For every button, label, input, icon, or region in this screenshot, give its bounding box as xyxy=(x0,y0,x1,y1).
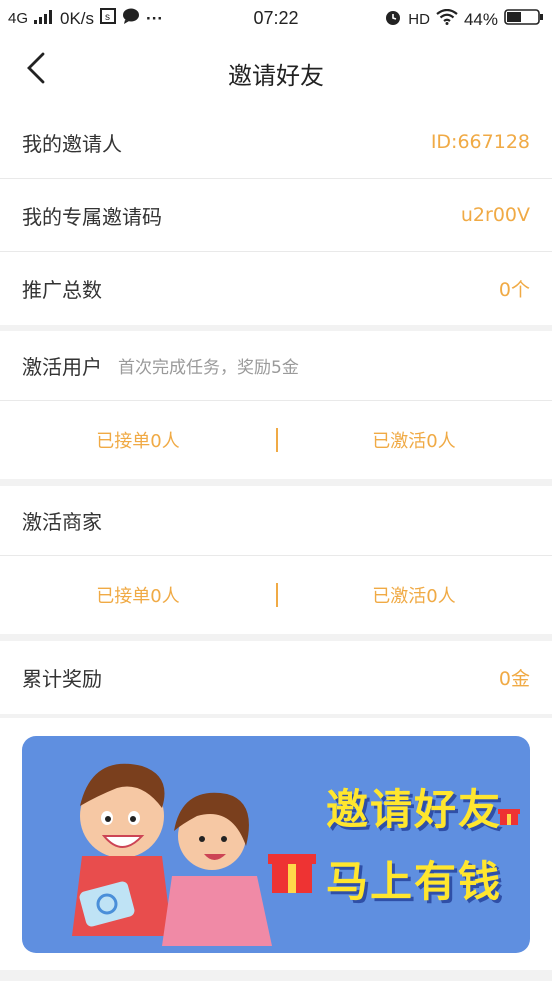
invite-code-label: 我的专属邀请码 xyxy=(22,204,162,229)
active-merchants-header: 激活商家 xyxy=(0,486,552,556)
cumulative-rewards-value: 0金 xyxy=(498,668,530,690)
invite-banner[interactable]: 邀请好友 马上有钱 xyxy=(22,736,530,953)
wifi-icon xyxy=(436,8,458,30)
banner-title-line2: 马上有钱 xyxy=(325,857,502,906)
active-merchants-card: 激活商家 已接单0人 已激活0人 xyxy=(0,486,552,634)
banner-title-line1: 邀请好友 xyxy=(325,785,502,834)
navigation-bar: 邀请好友 xyxy=(0,36,552,106)
alarm-icon xyxy=(384,8,402,31)
cumulative-rewards-label: 累计奖励 xyxy=(22,667,102,691)
inviter-value: ID:667128 xyxy=(430,131,530,153)
active-users-stats: 已接单0人 已激活0人 xyxy=(0,401,552,479)
page-title: 邀请好友 xyxy=(228,62,324,90)
users-accepted-count[interactable]: 已接单0人 xyxy=(0,427,276,453)
divider xyxy=(276,428,278,452)
invite-code-row[interactable]: 我的专属邀请码 u2r00V xyxy=(0,179,552,252)
battery-percent: 44% xyxy=(463,9,498,29)
banner-illustration xyxy=(72,763,316,946)
rewards-card: 累计奖励 0金 xyxy=(0,641,552,714)
promotion-total-label: 推广总数 xyxy=(22,278,102,302)
active-users-header: 激活用户 首次完成任务，奖励5金 xyxy=(0,331,552,401)
active-users-subtitle: 首次完成任务，奖励5金 xyxy=(118,358,299,378)
users-activated-count[interactable]: 已激活0人 xyxy=(276,427,552,453)
cumulative-rewards-row: 累计奖励 0金 xyxy=(0,641,552,714)
invite-info-card: 我的邀请人 ID:667128 我的专属邀请码 u2r00V 推广总数 0个 xyxy=(0,106,552,325)
active-merchants-title: 激活商家 xyxy=(22,510,102,534)
status-right: HD 44% xyxy=(384,8,544,31)
divider xyxy=(276,583,278,607)
merchants-accepted-count[interactable]: 已接单0人 xyxy=(0,582,276,608)
promotion-total-row: 推广总数 0个 xyxy=(0,252,552,325)
active-users-title: 激活用户 xyxy=(22,355,102,379)
active-merchants-stats: 已接单0人 已激活0人 xyxy=(0,556,552,634)
banner-section: 邀请好友 马上有钱 xyxy=(0,718,552,970)
promotion-total-value: 0个 xyxy=(498,279,530,301)
hd-indicator: HD xyxy=(408,11,430,28)
inviter-label: 我的邀请人 xyxy=(22,131,122,156)
status-bar: 4G 0K/s s ··· 07:22 HD 44% xyxy=(0,0,552,36)
gift-icon xyxy=(498,806,520,830)
invite-code-value[interactable]: u2r00V xyxy=(461,204,530,226)
battery-icon xyxy=(504,9,544,30)
merchants-activated-count[interactable]: 已激活0人 xyxy=(276,582,552,608)
active-users-card: 激活用户 首次完成任务，奖励5金 已接单0人 已激活0人 xyxy=(0,331,552,479)
inviter-row: 我的邀请人 ID:667128 xyxy=(0,106,552,179)
